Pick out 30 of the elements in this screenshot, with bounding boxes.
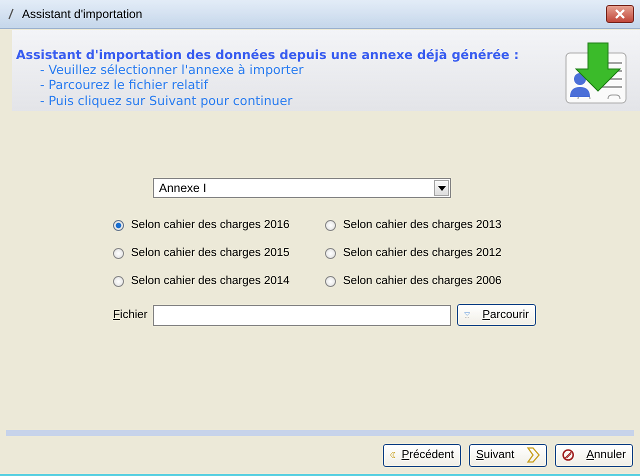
instruction-text: - Parcourez le fichier relatif [39, 77, 210, 93]
radio-button[interactable] [113, 220, 124, 230]
instruction-text: - Puis cliquez sur Suivant pour continuer [39, 92, 294, 108]
close-icon [614, 9, 626, 19]
cancel-button[interactable]: Annuler [555, 444, 633, 466]
radio-button[interactable] [325, 276, 336, 286]
radio-button[interactable] [325, 248, 336, 258]
previous-button[interactable]: Précédent [383, 444, 461, 466]
file-input-field[interactable] [153, 304, 451, 326]
file-label: Fichier [113, 309, 149, 321]
chevron-right-icon [526, 447, 540, 463]
browse-button[interactable]: Parcourir [457, 304, 536, 326]
radio-button[interactable] [113, 276, 124, 286]
next-button[interactable]: Suivant [469, 444, 547, 466]
window-title: Assistant d'importation [22, 7, 144, 21]
annex-dropdown[interactable]: Annexe I [153, 178, 451, 198]
radio-option[interactable]: Selon cahier des charges 2015 [113, 244, 325, 262]
radio-button[interactable] [325, 220, 336, 230]
radio-option[interactable]: Selon cahier des charges 2012 [325, 244, 525, 262]
instruction-text: - Veuillez sélectionner l'annexe à importer [39, 62, 304, 78]
radio-option[interactable]: Selon cahier des charges 2013 [325, 216, 525, 234]
radio-button[interactable] [113, 248, 124, 258]
dropdown-caret-icon [438, 186, 446, 190]
radio-option[interactable]: Selon cahier des charges 2016 [113, 216, 325, 234]
close-button[interactable] [606, 5, 634, 23]
radio-option[interactable]: Selon cahier des charges 2014 [113, 272, 325, 290]
no-entry-icon [562, 447, 574, 463]
app-icon [8, 8, 14, 20]
radio-option[interactable]: Selon cahier des charges 2006 [325, 272, 525, 290]
header-title: Assistant d'importation des données depuis une annexe déjà générée : [16, 46, 519, 62]
